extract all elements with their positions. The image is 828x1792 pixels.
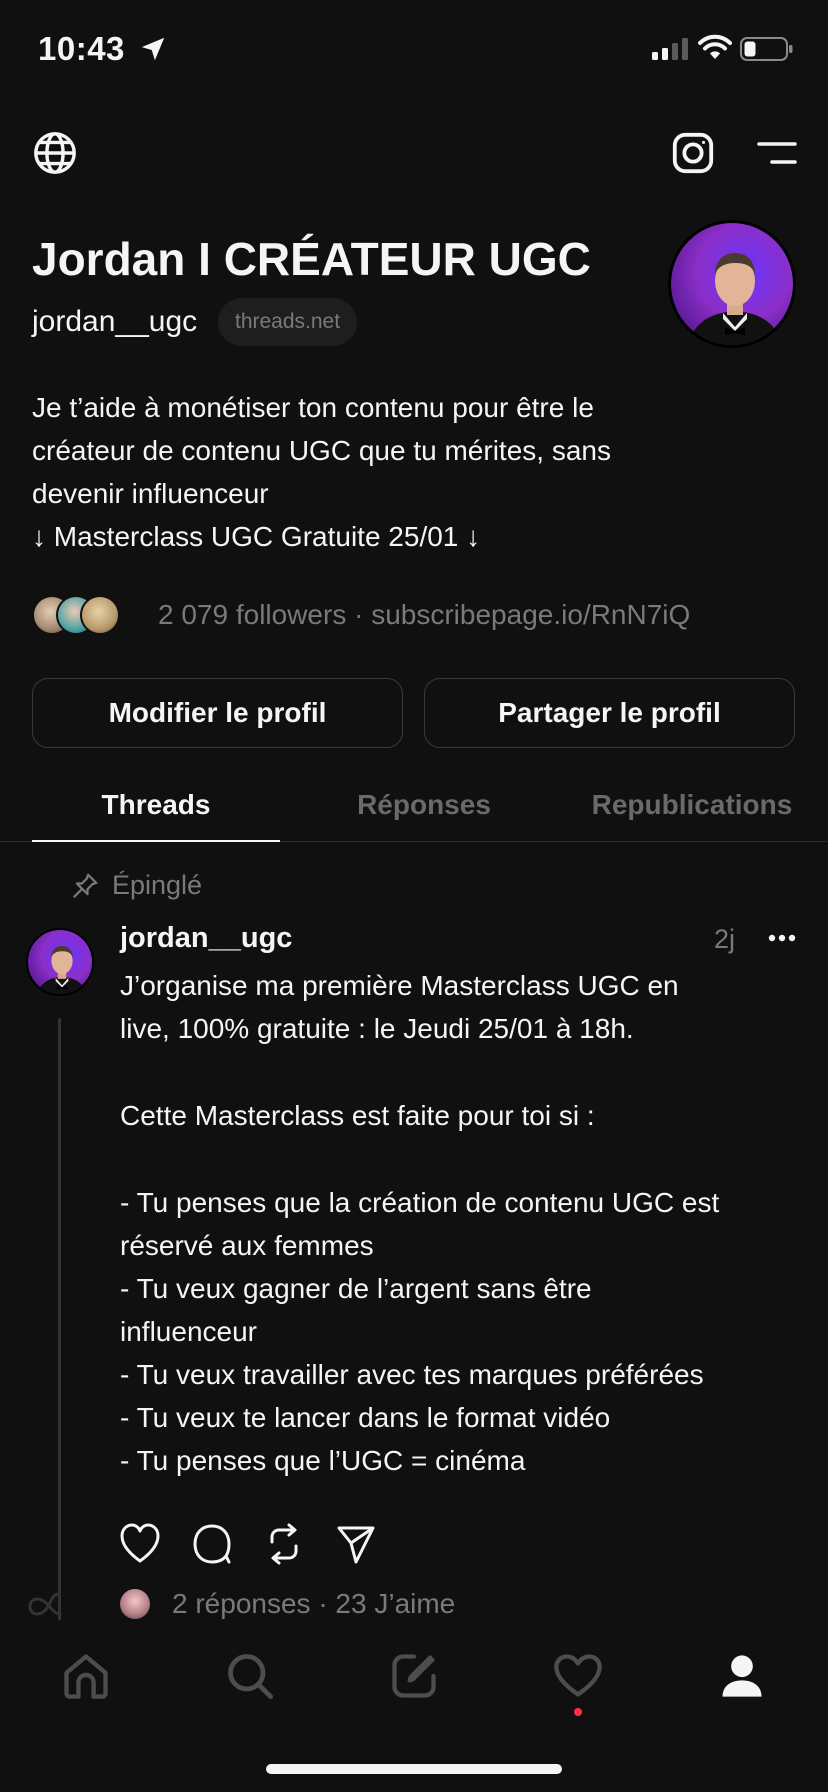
thread-connector-line [58, 1018, 61, 1623]
comment-icon[interactable] [192, 1522, 264, 1566]
notification-dot [574, 1708, 582, 1716]
home-icon[interactable] [60, 1650, 112, 1702]
pin-icon [73, 873, 98, 898]
edit-profile-button[interactable]: Modifier le profil [32, 678, 403, 748]
post-line: - Tu penses que l’UGC = cinéma [120, 1445, 526, 1476]
share-icon[interactable] [336, 1522, 408, 1566]
post-line: influenceur [120, 1316, 257, 1347]
repost-icon[interactable] [264, 1522, 336, 1566]
tab-reposts[interactable]: Republications [568, 780, 816, 842]
profile-avatar-photo [686, 253, 784, 345]
signal-icon [652, 38, 688, 60]
profile-avatar[interactable] [668, 220, 796, 348]
menu-icon[interactable] [756, 140, 798, 168]
followers-row[interactable]: 2 079 followers · subscribepage.io/RnN7i… [32, 594, 690, 636]
post-timestamp: 2j [714, 924, 736, 954]
post-actions [120, 1522, 408, 1566]
bio-line: ↓ Masterclass UGC Gratuite 25/01 ↓ [32, 521, 481, 552]
pinned-indicator: Épinglé [70, 870, 202, 901]
bio-line: créateur de contenu UGC que tu mérites, … [32, 435, 611, 466]
more-options-icon[interactable] [768, 934, 796, 942]
home-indicator[interactable] [266, 1764, 562, 1774]
status-time: 10:43 [38, 30, 125, 67]
profile-icon[interactable] [716, 1650, 768, 1702]
status-bar: 10:43 [0, 0, 828, 100]
replier-avatar [120, 1589, 150, 1619]
wifi-icon [698, 34, 732, 59]
instagram-icon[interactable] [670, 130, 716, 176]
followers-count-link[interactable]: 2 079 followers · subscribepage.io/RnN7i… [158, 599, 690, 631]
post-stats[interactable]: 2 réponses · 23 J’aime [120, 1588, 455, 1620]
profile-tabs: Threads Réponses Republications [0, 780, 828, 842]
profile-bio: Je t’aide à monétiser ton contenu pour ê… [32, 386, 772, 558]
post-line: Cette Masterclass est faite pour toi si … [120, 1100, 595, 1131]
search-icon[interactable] [224, 1650, 276, 1702]
tab-threads[interactable]: Threads [32, 780, 280, 842]
thread-curl-icon [28, 1592, 62, 1616]
post-author-avatar-photo [36, 945, 88, 994]
pinned-label: Épinglé [112, 870, 203, 900]
post-line: J’organise ma première Masterclass UGC e… [120, 970, 679, 1001]
post-author-name[interactable]: jordan__ugc [120, 922, 292, 955]
post-line: - Tu penses que la création de contenu U… [120, 1187, 720, 1218]
share-profile-button[interactable]: Partager le profil [424, 678, 795, 748]
tab-replies[interactable]: Réponses [300, 780, 548, 842]
location-arrow-icon [141, 37, 165, 61]
compose-icon[interactable] [388, 1650, 440, 1702]
post-body: J’organise ma première Masterclass UGC e… [120, 964, 810, 1482]
battery-icon [740, 37, 793, 61]
post-author-avatar[interactable] [26, 928, 94, 996]
threads-domain-badge[interactable]: threads.net [218, 298, 358, 346]
globe-icon[interactable] [32, 130, 78, 176]
bio-line: devenir influenceur [32, 478, 269, 509]
follower-avatars [32, 595, 144, 635]
bio-line: Je t’aide à monétiser ton contenu pour ê… [32, 392, 594, 423]
post-line: - Tu veux travailler avec tes marques pr… [120, 1359, 704, 1390]
post-line: - Tu veux gagner de l’argent sans être [120, 1273, 592, 1304]
profile-display-name: Jordan I CRÉATEUR UGC [32, 233, 591, 285]
follower-avatar [80, 595, 120, 635]
heart-icon[interactable] [120, 1522, 192, 1566]
post-line: réservé aux femmes [120, 1230, 374, 1261]
profile-username: jordan__ugc [32, 305, 198, 338]
activity-heart-icon[interactable] [552, 1650, 604, 1702]
post-line: - Tu veux te lancer dans le format vidéo [120, 1402, 611, 1433]
post-stats-text[interactable]: 2 réponses · 23 J’aime [172, 1588, 455, 1620]
post-line: live, 100% gratuite : le Jeudi 25/01 à 1… [120, 1013, 634, 1044]
